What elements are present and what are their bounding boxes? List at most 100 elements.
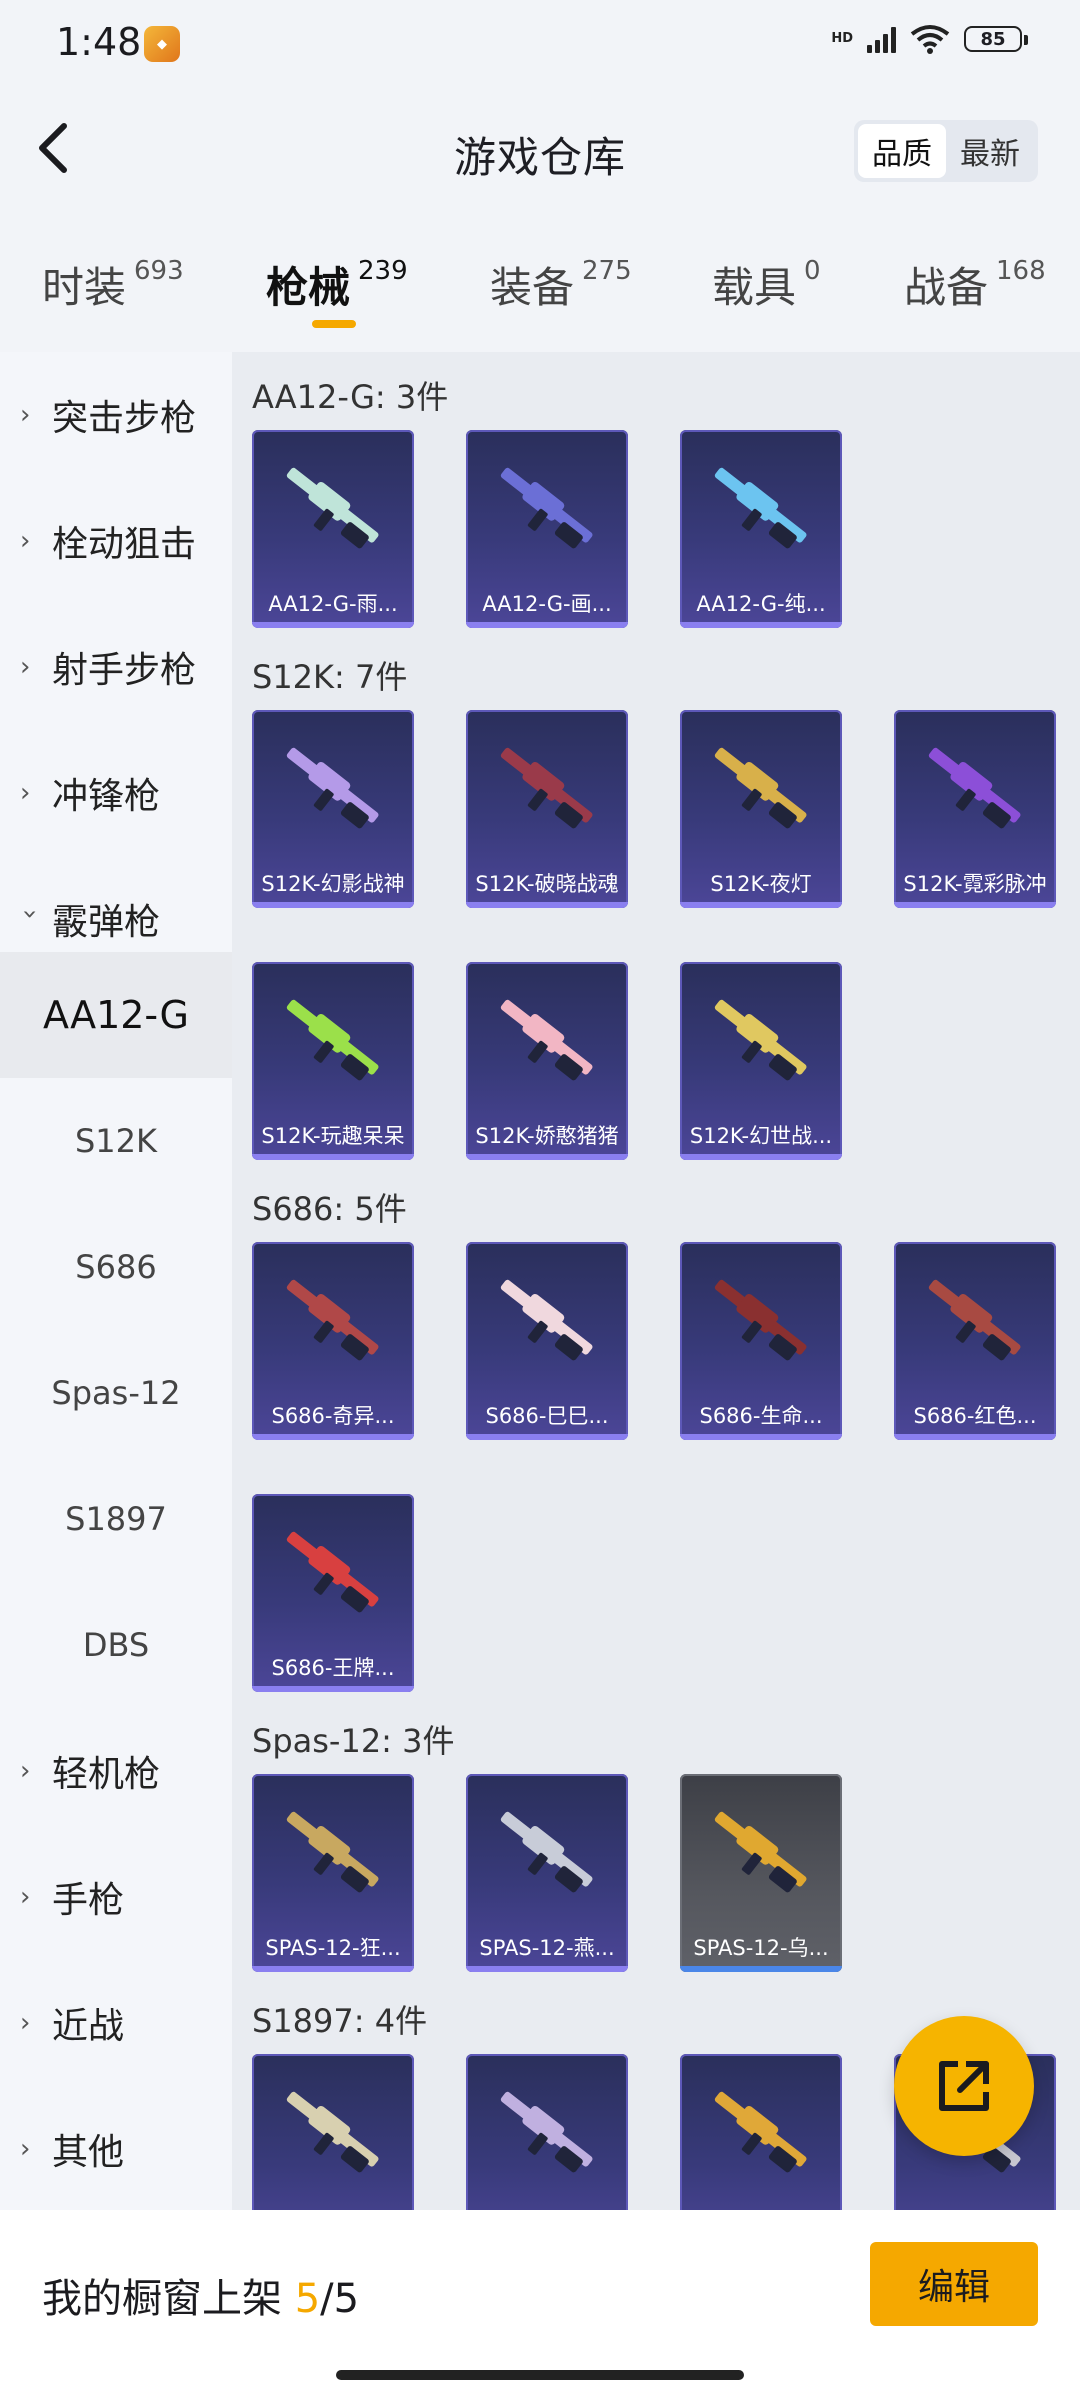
sidebar-item-lmg[interactable]: › 轻机枪 (0, 1708, 232, 1834)
sort-quality-button[interactable]: 品质 (858, 124, 946, 178)
item-card[interactable]: S686-王牌... (252, 1494, 414, 1692)
sort-toggle[interactable]: 品质 最新 (854, 120, 1038, 182)
tab-count: 0 (804, 256, 821, 286)
chevron-right-icon: › (20, 526, 31, 556)
gun-icon (714, 1279, 807, 1361)
item-card[interactable]: S12K-玩趣呆呆 (252, 962, 414, 1160)
item-name: AA12-G-画... (482, 592, 612, 616)
rarity-bar (252, 902, 414, 908)
tab-equipment[interactable]: 装备 275 (490, 254, 632, 315)
item-card[interactable]: S686-红色... (894, 1242, 1056, 1440)
sidebar-sub-s12k[interactable]: S12K (0, 1078, 232, 1204)
tab-fashion[interactable]: 时装 693 (42, 254, 184, 315)
gun-icon (500, 747, 593, 829)
sidebar-item-bolt-sniper[interactable]: › 栓动狙击 (0, 478, 232, 604)
item-card[interactable]: S12K-夜灯 (680, 710, 842, 908)
item-card[interactable]: SPAS-12-乌... (680, 1774, 842, 1972)
item-card[interactable]: S12K-霓彩脉冲 (894, 710, 1056, 908)
sidebar-item-label: 手枪 (52, 1880, 125, 1921)
sidebar-item-label: 栓动狙击 (52, 524, 197, 565)
rarity-bar (466, 622, 628, 628)
item-grid: AA12-G: 3件 AA12-G-雨... AA12-G-画... AA12-G-纯… (232, 352, 1080, 2210)
gun-icon (500, 467, 593, 549)
item-card[interactable]: S12K-幻影战神 (252, 710, 414, 908)
gun-icon (286, 1811, 379, 1893)
item-card[interactable] (252, 2054, 414, 2210)
item-card[interactable]: S12K-幻世战... (680, 962, 842, 1160)
sidebar-sub-s686[interactable]: S686 (0, 1204, 232, 1330)
item-name: S12K-破晓战魂 (475, 872, 619, 896)
gun-icon (500, 2091, 593, 2173)
showcase-label: 我的橱窗上架 (42, 2276, 282, 2322)
sidebar-item-pistol[interactable]: › 手枪 (0, 1834, 232, 1960)
item-name: S12K-幻世战... (689, 1124, 833, 1148)
gun-icon (714, 747, 807, 829)
sidebar-sub-spas12[interactable]: Spas-12 (0, 1330, 232, 1456)
gun-icon (714, 999, 807, 1081)
sidebar-sub-dbs[interactable]: DBS (0, 1582, 232, 1708)
item-card[interactable] (680, 2054, 842, 2210)
sidebar-item-label: 轻机枪 (52, 1754, 161, 1795)
item-card[interactable]: S686-巳巳... (466, 1242, 628, 1440)
sidebar-sub-aa12g[interactable]: AA12-G (0, 952, 232, 1078)
gun-icon (714, 1811, 807, 1893)
sidebar-item-marksman-rifle[interactable]: › 射手步枪 (0, 604, 232, 730)
item-card[interactable]: AA12-G-画... (466, 430, 628, 628)
category-sidebar: › 突击步枪 › 栓动狙击 › 射手步枪 › 冲锋枪 › 霰弹枪 AA12-G … (0, 352, 232, 2210)
item-card[interactable]: S686-奇异... (252, 1242, 414, 1440)
gun-icon (714, 2091, 807, 2173)
item-card[interactable]: S686-生命... (680, 1242, 842, 1440)
hd-indicator: HD (831, 31, 853, 46)
item-card[interactable]: SPAS-12-狂... (252, 1774, 414, 1972)
rarity-bar (680, 1154, 842, 1160)
signal-icon (867, 25, 896, 53)
sidebar-item-other[interactable]: › 其他 (0, 2086, 232, 2212)
item-card[interactable] (466, 2054, 628, 2210)
sidebar-item-assault-rifle[interactable]: › 突击步枪 (0, 352, 232, 478)
item-name: SPAS-12-狂... (265, 1936, 401, 1960)
share-external-icon (939, 2061, 989, 2111)
rarity-bar (680, 622, 842, 628)
edit-button[interactable]: 编辑 (870, 2242, 1038, 2326)
item-card[interactable]: SPAS-12-燕... (466, 1774, 628, 1972)
gun-icon (928, 747, 1021, 829)
tab-firearms[interactable]: 枪械 239 (266, 254, 408, 315)
item-card[interactable]: S12K-破晓战魂 (466, 710, 628, 908)
chevron-right-icon: › (20, 400, 31, 430)
rarity-bar (466, 1966, 628, 1972)
app-notification-icon: ◆ (144, 26, 180, 62)
chevron-right-icon: › (20, 778, 31, 808)
sidebar-sub-s1897[interactable]: S1897 (0, 1456, 232, 1582)
tab-count: 168 (996, 256, 1046, 286)
tab-count: 275 (582, 256, 632, 286)
header: 游戏仓库 品质 最新 (0, 90, 1080, 210)
home-indicator[interactable] (336, 2370, 744, 2380)
share-button[interactable] (894, 2016, 1034, 2156)
gun-icon (500, 1279, 593, 1361)
status-time: 1:48 (56, 20, 142, 64)
showcase-current: 5 (294, 2276, 321, 2322)
sidebar-item-label: 突击步枪 (52, 398, 197, 439)
battery-level: 85 (980, 28, 1006, 50)
item-name: S686-王牌... (271, 1656, 395, 1680)
item-name: SPAS-12-乌... (693, 1936, 829, 1960)
item-card[interactable]: AA12-G-雨... (252, 430, 414, 628)
category-tabs: 时装 693 枪械 239 装备 275 载具 0 战备 168 (0, 240, 1080, 340)
tab-label: 时装 (42, 263, 127, 312)
sort-latest-button[interactable]: 最新 (946, 124, 1034, 178)
sidebar-item-smg[interactable]: › 冲锋枪 (0, 730, 232, 856)
chevron-right-icon: › (20, 652, 31, 682)
item-name: S12K-玩趣呆呆 (261, 1124, 405, 1148)
sidebar-item-melee[interactable]: › 近战 (0, 1960, 232, 2086)
tab-vehicles[interactable]: 载具 0 (712, 254, 821, 315)
rarity-bar (680, 1434, 842, 1440)
tab-supplies[interactable]: 战备 168 (904, 254, 1046, 315)
chevron-right-icon: › (20, 2134, 31, 2164)
rarity-bar (252, 1154, 414, 1160)
item-card[interactable]: S12K-娇憨猪猪 (466, 962, 628, 1160)
status-bar: 1:48 ◆ HD 85 (0, 0, 1080, 90)
rarity-bar (894, 902, 1056, 908)
chevron-right-icon: › (20, 1882, 31, 1912)
item-card[interactable]: AA12-G-纯... (680, 430, 842, 628)
sidebar-item-label: 其他 (52, 2132, 125, 2173)
